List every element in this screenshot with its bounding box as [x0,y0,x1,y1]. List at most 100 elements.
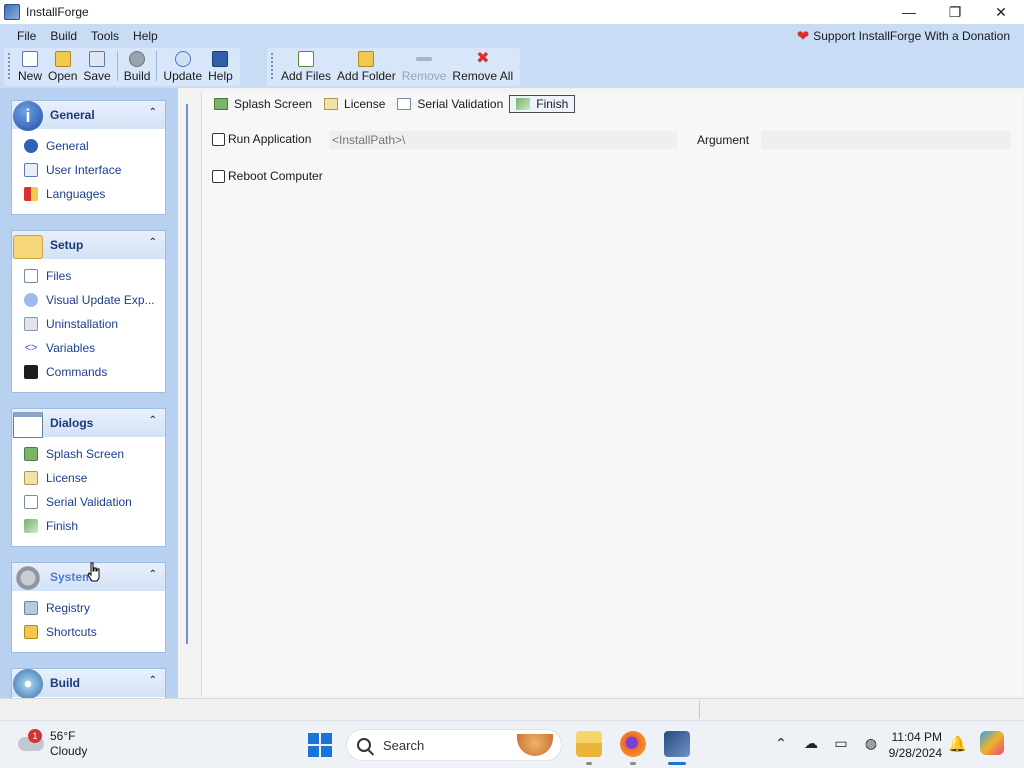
toolbar-grip[interactable] [271,52,274,79]
finish-flag-icon [516,98,531,110]
add-folder-button[interactable]: Add Folder [334,51,399,83]
open-button[interactable]: Open [45,51,80,83]
notification-bell-icon[interactable]: 🔔 [948,735,967,753]
menu-tools[interactable]: Tools [84,24,126,48]
registry-icon [24,601,38,615]
sidebar-group-header[interactable]: Dialogs ⌃ [12,409,165,438]
weather-temperature: 56°F [50,729,76,743]
add-files-button[interactable]: Add Files [278,51,334,83]
toolbar-grip[interactable] [8,52,11,79]
sidebar-item-user-interface[interactable]: User Interface [12,158,165,182]
sidebar-item-general[interactable]: General [12,134,165,158]
file-explorer-icon[interactable] [576,731,602,757]
installforge-taskbar-icon[interactable] [664,731,690,757]
build-button[interactable]: Build [121,51,154,83]
reboot-computer-row: Reboot Computer [212,169,323,183]
sidebar-splitter[interactable] [186,104,188,644]
argument-field[interactable] [761,131,1011,149]
file-icon [24,269,38,283]
sidebar-item-commands[interactable]: Commands [12,360,165,384]
tab-finish[interactable]: Finish [509,95,576,113]
app-icon [4,4,20,20]
sidebar-item-visual-update-express[interactable]: Visual Update Exp... [12,288,165,312]
menu-build[interactable]: Build [43,24,84,48]
collapse-chevron-icon[interactable]: ⌃ [149,675,157,686]
title-bar: InstallForge — ❐ ✕ [0,0,1024,24]
network-icon[interactable]: ◍ [863,735,879,751]
reboot-computer-checkbox[interactable] [212,169,225,183]
add-folder-icon [358,51,375,67]
sidebar-item-splash-screen[interactable]: Splash Screen [12,442,165,466]
open-folder-icon [54,51,71,67]
license-pen-icon [324,98,339,110]
help-book-icon [212,51,229,67]
menu-file[interactable]: File [10,24,43,48]
license-pen-icon [24,471,38,485]
cloud-offline-icon[interactable]: ☁ [803,735,819,751]
files-toolbar: Add Files Add Folder Remove ✖ Remove All [267,48,521,86]
collapse-chevron-icon[interactable]: ⌃ [149,569,157,580]
update-button[interactable]: Update [160,51,205,83]
folder-icon [13,235,43,259]
search-placeholder: Search [383,737,425,753]
close-button[interactable]: ✕ [978,0,1024,24]
collapse-chevron-icon[interactable]: ⌃ [149,237,157,248]
clock-date: 9/28/2024 [888,746,942,760]
minimize-button[interactable]: — [886,0,932,24]
taskbar: 1 56°F Cloudy Search ⌃ ☁ ▭ ◍ 11:04 PM 9/… [0,720,1024,768]
sidebar-item-finish[interactable]: Finish [12,514,165,538]
hand-cursor-icon [87,562,100,582]
donate-link[interactable]: ❤ Support InstallForge With a Donation [797,27,1010,45]
clock[interactable]: 11:04 PM 9/28/2024 [880,729,942,761]
sidebar-item-uninstallation[interactable]: Uninstallation [12,312,165,336]
restore-button[interactable]: ❐ [932,0,978,24]
chevron-up-icon[interactable]: ⌃ [773,735,789,751]
sidebar-group-header[interactable]: Setup ⌃ [12,231,165,259]
display-icon[interactable]: ▭ [833,735,849,751]
status-divider [699,701,700,719]
window-icon [24,163,38,177]
sidebar-item-variables[interactable]: <> Variables [12,336,165,360]
search-highlight-icon [517,734,553,756]
sidebar-item-shortcuts[interactable]: Shortcuts [12,620,165,644]
sidebar-item-registry[interactable]: Registry [12,596,165,620]
remove-button[interactable]: Remove [399,51,450,83]
build-disc-icon [13,669,43,698]
donate-label: Support InstallForge With a Donation [813,29,1010,43]
tab-serial-validation[interactable]: Serial Validation [391,95,509,113]
sidebar-item-languages[interactable]: Languages [12,182,165,206]
remove-icon [416,57,433,61]
new-button[interactable]: New [15,51,45,83]
collapse-chevron-icon[interactable]: ⌃ [149,107,157,118]
sidebar-item-files[interactable]: Files [12,264,165,288]
add-file-icon [298,51,315,67]
start-button[interactable] [308,733,332,757]
help-button[interactable]: Help [205,51,236,83]
shortcut-icon [24,625,38,639]
tab-license[interactable]: License [318,95,391,113]
collapse-chevron-icon[interactable]: ⌃ [149,415,157,426]
app-running-indicator [586,762,592,765]
splash-screen-icon [24,447,38,461]
weather-widget[interactable]: 1 56°F Cloudy [16,729,87,759]
remove-all-button[interactable]: ✖ Remove All [449,51,516,84]
copilot-icon[interactable] [980,731,1004,755]
sidebar-group-header[interactable]: i General ⌃ [12,101,165,131]
update-icon [174,51,191,67]
sidebar-group-dialogs: Dialogs ⌃ Splash Screen License Serial V… [11,408,166,547]
tab-splash-screen[interactable]: Splash Screen [208,95,318,113]
menu-help[interactable]: Help [126,24,165,48]
sidebar-item-serial-validation[interactable]: Serial Validation [12,490,165,514]
main-toolbar: New Open Save Build Update Help [4,48,240,86]
save-button[interactable]: Save [80,51,113,83]
window-title: InstallForge [26,5,89,19]
sidebar-group-header[interactable]: Build ⌃ [12,669,165,698]
sidebar: i General ⌃ General User Interface Langu… [0,88,178,698]
run-application-checkbox[interactable] [212,132,225,146]
run-application-path-field[interactable]: <InstallPath>\ [329,131,677,149]
firefox-icon[interactable] [620,731,646,757]
taskbar-search[interactable]: Search [346,729,562,761]
system-tray: ⌃ ☁ ▭ ◍ [766,735,886,751]
sidebar-item-license[interactable]: License [12,466,165,490]
toolbar-separator [116,50,118,81]
